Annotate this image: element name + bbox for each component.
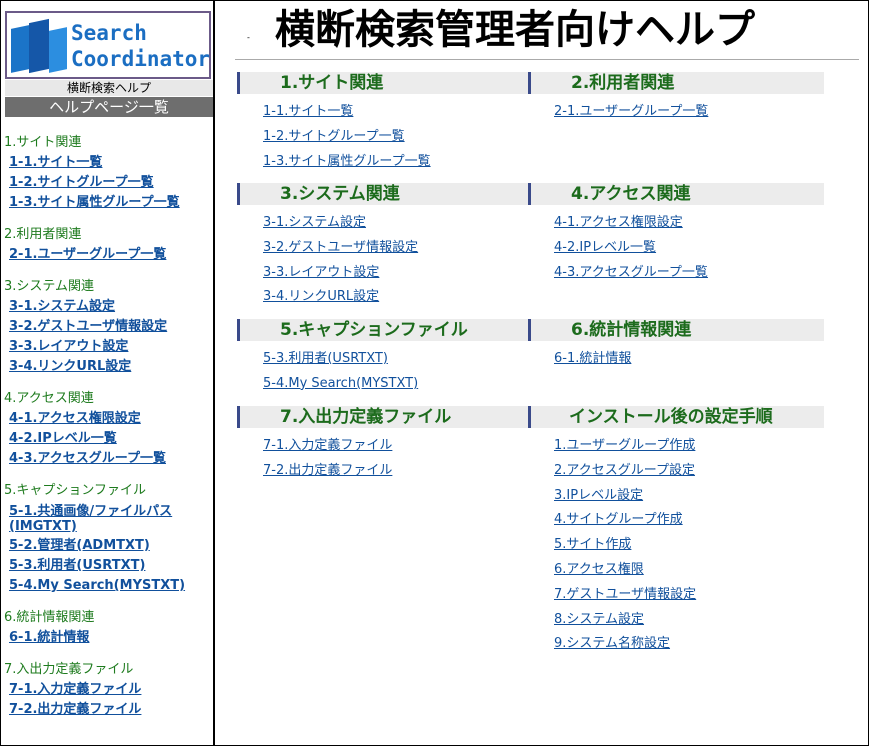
sidebar-category: 3.システム関連: [4, 279, 95, 294]
sidebar-group-io: 7.入出力定義ファイル 7-1.入力定義ファイル 7-2.出力定義ファイル: [1, 661, 211, 720]
section-link[interactable]: 7.ゲストユーザ情報設定: [554, 583, 824, 608]
section-stats: 6.統計情報関連 6-1.統計情報: [528, 319, 824, 372]
section-link[interactable]: 4.サイトグループ作成: [554, 508, 824, 533]
title-marker: -: [247, 33, 250, 42]
sidebar-link[interactable]: 3-2.ゲストユーザ情報設定: [9, 317, 211, 337]
sidebar-group-stats: 6.統計情報関連 6-1.統計情報: [1, 609, 211, 648]
section-link[interactable]: 5-3.利用者(USRTXT): [263, 347, 533, 372]
sidebar-group-caption: 5.キャプションファイル 5-1.共通画像/ファイルパス(IMGTXT) 5-2…: [1, 482, 211, 596]
section-heading: 1.サイト関連: [237, 72, 533, 94]
section-link[interactable]: 4-1.アクセス権限設定: [554, 211, 824, 236]
sidebar-category: 6.統計情報関連: [4, 610, 95, 625]
section-system: 3.システム関連 3-1.システム設定 3-2.ゲストユーザ情報設定 3-3.レ…: [237, 183, 533, 310]
page-title: 横断検索管理者向けヘルプ: [275, 7, 755, 53]
section-link[interactable]: 9.システム名称設定: [554, 632, 824, 657]
sidebar-link[interactable]: 1-1.サイト一覧: [9, 153, 211, 173]
section-link[interactable]: 7-1.入力定義ファイル: [263, 434, 533, 459]
section-heading: 6.統計情報関連: [528, 319, 824, 341]
sidebar-group-access: 4.アクセス関連 4-1.アクセス権限設定 4-2.IPレベル一覧 4-3.アク…: [1, 390, 211, 469]
section-heading: インストール後の設定手順: [528, 406, 824, 428]
section-link[interactable]: 4-2.IPレベル一覧: [554, 236, 824, 261]
section-link[interactable]: 3-1.システム設定: [263, 211, 533, 236]
section-site: 1.サイト関連 1-1.サイト一覧 1-2.サイトグループ一覧 1-3.サイト属…: [237, 72, 533, 174]
sidebar-link[interactable]: 7-1.入力定義ファイル: [9, 680, 211, 700]
sidebar-link[interactable]: 4-3.アクセスグループ一覧: [9, 449, 211, 469]
section-link[interactable]: 3-3.レイアウト設定: [263, 261, 533, 286]
logo-line1: Search: [71, 21, 147, 45]
section-link[interactable]: 1-2.サイトグループ一覧: [263, 125, 533, 150]
sidebar-subtitle: 横断検索ヘルプ: [5, 80, 213, 96]
section-install-steps: インストール後の設定手順 1.ユーザーグループ作成 2.アクセスグループ設定 3…: [528, 406, 824, 657]
sidebar-link[interactable]: 2-1.ユーザーグループ一覧: [9, 245, 211, 265]
section-link[interactable]: 7-2.出力定義ファイル: [263, 459, 533, 484]
section-heading: 5.キャプションファイル: [237, 319, 533, 341]
section-user: 2.利用者関連 2-1.ユーザーグループ一覧: [528, 72, 824, 125]
sidebar-link[interactable]: 3-3.レイアウト設定: [9, 337, 211, 357]
sidebar-link[interactable]: 5-1.共通画像/ファイルパス(IMGTXT): [9, 501, 211, 536]
section-link[interactable]: 8.システム設定: [554, 608, 824, 633]
section-link[interactable]: 6-1.統計情報: [554, 347, 824, 372]
page-frame: Search Coordinator 横断検索ヘルプ ヘルプページ一覧 1.サイ…: [0, 0, 869, 746]
sidebar-link[interactable]: 5-4.My Search(MYSTXT): [9, 576, 211, 596]
sidebar: Search Coordinator 横断検索ヘルプ ヘルプページ一覧 1.サイ…: [1, 1, 215, 745]
section-link[interactable]: 4-3.アクセスグループ一覧: [554, 261, 824, 286]
section-link[interactable]: 1-1.サイト一覧: [263, 100, 533, 125]
title-bar: - 横断検索管理者向けヘルプ: [215, 5, 868, 57]
section-access: 4.アクセス関連 4-1.アクセス権限設定 4-2.IPレベル一覧 4-3.アク…: [528, 183, 824, 285]
sidebar-link[interactable]: 5-3.利用者(USRTXT): [9, 556, 211, 576]
section-heading: 7.入出力定義ファイル: [237, 406, 533, 428]
section-io: 7.入出力定義ファイル 7-1.入力定義ファイル 7-2.出力定義ファイル: [237, 406, 533, 484]
sidebar-link[interactable]: 3-4.リンクURL設定: [9, 357, 211, 377]
section-heading: 3.システム関連: [237, 183, 533, 205]
section-link[interactable]: 1-3.サイト属性グループ一覧: [263, 150, 533, 175]
sidebar-link[interactable]: 5-2.管理者(ADMTXT): [9, 536, 211, 556]
sidebar-link[interactable]: 3-1.システム設定: [9, 297, 211, 317]
section-link[interactable]: 3-2.ゲストユーザ情報設定: [263, 236, 533, 261]
sidebar-group-system: 3.システム関連 3-1.システム設定 3-2.ゲストユーザ情報設定 3-3.レ…: [1, 278, 211, 377]
section-link[interactable]: 5-4.My Search(MYSTXT): [263, 372, 533, 397]
sidebar-group-user: 2.利用者関連 2-1.ユーザーグループ一覧: [1, 226, 211, 265]
sidebar-link[interactable]: 1-2.サイトグループ一覧: [9, 173, 211, 193]
section-link[interactable]: 2-1.ユーザーグループ一覧: [554, 100, 824, 125]
main-content: - 横断検索管理者向けヘルプ 1.サイト関連 1-1.サイト一覧 1-2.サイト…: [215, 1, 868, 745]
sidebar-link[interactable]: 6-1.統計情報: [9, 628, 211, 648]
section-link[interactable]: 3.IPレベル設定: [554, 484, 824, 509]
sidebar-link[interactable]: 4-1.アクセス権限設定: [9, 409, 211, 429]
section-link[interactable]: 5.サイト作成: [554, 533, 824, 558]
section-link[interactable]: 1.ユーザーグループ作成: [554, 434, 824, 459]
section-caption: 5.キャプションファイル 5-3.利用者(USRTXT) 5-4.My Sear…: [237, 319, 533, 397]
sidebar-heading: ヘルプページ一覧: [5, 97, 213, 117]
section-link[interactable]: 2.アクセスグループ設定: [554, 459, 824, 484]
section-heading: 2.利用者関連: [528, 72, 824, 94]
logo-line2: Coordinator: [71, 47, 211, 71]
logo-bars-icon: [11, 18, 69, 74]
sidebar-category: 5.キャプションファイル: [4, 483, 147, 498]
sidebar-category: 4.アクセス関連: [4, 391, 94, 406]
search-coordinator-logo[interactable]: Search Coordinator: [5, 11, 211, 79]
sidebar-category: 2.利用者関連: [4, 227, 82, 242]
sidebar-link[interactable]: 4-2.IPレベル一覧: [9, 429, 211, 449]
sidebar-nav: 1.サイト関連 1-1.サイト一覧 1-2.サイトグループ一覧 1-3.サイト属…: [1, 134, 211, 733]
sidebar-link[interactable]: 7-2.出力定義ファイル: [9, 700, 211, 720]
section-link[interactable]: 6.アクセス権限: [554, 558, 824, 583]
sidebar-link[interactable]: 1-3.サイト属性グループ一覧: [9, 193, 211, 213]
sidebar-category: 1.サイト関連: [4, 135, 82, 150]
title-divider: [235, 59, 859, 60]
sidebar-category: 7.入出力定義ファイル: [4, 662, 134, 677]
section-heading: 4.アクセス関連: [528, 183, 824, 205]
section-link[interactable]: 3-4.リンクURL設定: [263, 285, 533, 310]
sidebar-group-site: 1.サイト関連 1-1.サイト一覧 1-2.サイトグループ一覧 1-3.サイト属…: [1, 134, 211, 213]
